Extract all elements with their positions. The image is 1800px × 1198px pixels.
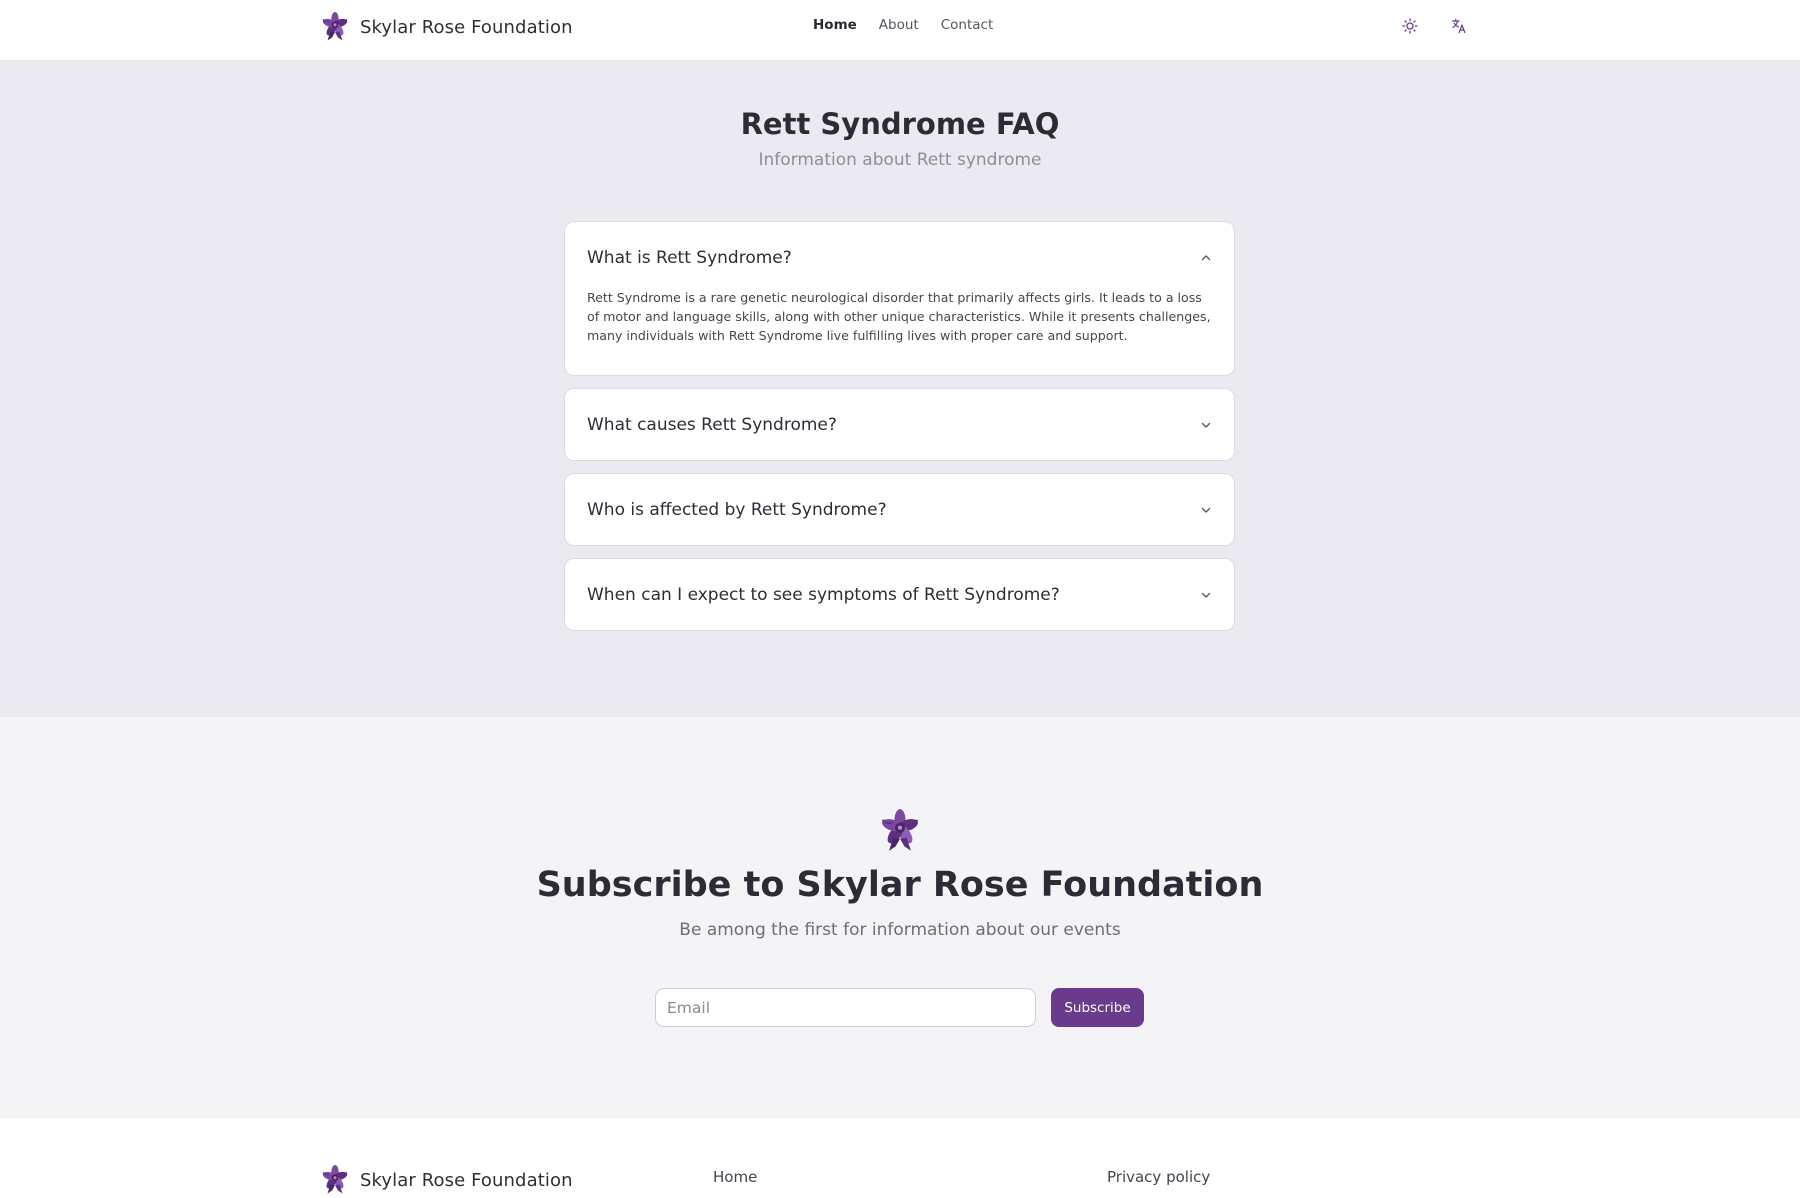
subscribe-title: Subscribe to Skylar Rose Foundation — [536, 865, 1264, 905]
faq-question-text: When can I expect to see symptoms of Ret… — [587, 584, 1060, 605]
faq-section: Rett Syndrome FAQ Information about Rett… — [0, 61, 1800, 717]
foundation-logo-icon — [320, 1165, 350, 1195]
faq-item: What causes Rett Syndrome? — [564, 388, 1235, 461]
site-footer: Skylar Rose Foundation Home Privacy poli… — [0, 1118, 1800, 1198]
site-header: Skylar Rose Foundation Home About Contac… — [0, 0, 1800, 61]
subscribe-description: Be among the first for information about… — [679, 920, 1121, 940]
faq-question-text: Who is affected by Rett Syndrome? — [587, 499, 887, 520]
translate-icon — [1451, 18, 1466, 34]
chevron-down-icon — [1200, 419, 1212, 431]
faq-list: What is Rett Syndrome? Rett Syndrome is … — [564, 221, 1235, 643]
faq-question-toggle[interactable]: Who is affected by Rett Syndrome? — [565, 474, 1234, 545]
sun-icon — [1402, 18, 1418, 34]
footer-link-home[interactable]: Home — [713, 1168, 757, 1186]
faq-item: When can I expect to see symptoms of Ret… — [564, 558, 1235, 631]
subscribe-section: Subscribe to Skylar Rose Foundation Be a… — [0, 717, 1800, 1118]
faq-subtitle: Information about Rett syndrome — [758, 150, 1042, 170]
subscribe-button[interactable]: Subscribe — [1051, 988, 1144, 1027]
faq-item: What is Rett Syndrome? Rett Syndrome is … — [564, 221, 1235, 376]
email-input[interactable] — [655, 988, 1036, 1027]
main-nav: Home About Contact — [813, 17, 993, 33]
faq-item: Who is affected by Rett Syndrome? — [564, 473, 1235, 546]
faq-question-toggle[interactable]: What is Rett Syndrome? — [565, 222, 1234, 288]
language-button[interactable] — [1448, 15, 1470, 37]
chevron-up-icon — [1200, 252, 1212, 264]
faq-answer-text: Rett Syndrome is a rare genetic neurolog… — [587, 290, 1211, 343]
footer-link-privacy-policy[interactable]: Privacy policy — [1107, 1168, 1210, 1186]
faq-question-toggle[interactable]: What causes Rett Syndrome? — [565, 389, 1234, 460]
chevron-down-icon — [1200, 589, 1212, 601]
foundation-logo-icon — [878, 809, 922, 853]
faq-question-text: What causes Rett Syndrome? — [587, 414, 837, 435]
brand-link[interactable]: Skylar Rose Foundation — [320, 12, 573, 42]
brand-name: Skylar Rose Foundation — [360, 16, 573, 38]
theme-toggle-button[interactable] — [1399, 15, 1421, 37]
footer-brand-name: Skylar Rose Foundation — [360, 1169, 573, 1191]
faq-title: Rett Syndrome FAQ — [740, 107, 1060, 141]
foundation-logo-icon — [320, 12, 350, 42]
footer-brand-link[interactable]: Skylar Rose Foundation — [320, 1165, 573, 1195]
nav-item-contact[interactable]: Contact — [941, 17, 994, 33]
faq-question-toggle[interactable]: When can I expect to see symptoms of Ret… — [565, 559, 1234, 630]
chevron-down-icon — [1200, 504, 1212, 516]
faq-question-text: What is Rett Syndrome? — [587, 248, 792, 268]
nav-item-home[interactable]: Home — [813, 17, 857, 33]
nav-item-about[interactable]: About — [879, 17, 919, 33]
